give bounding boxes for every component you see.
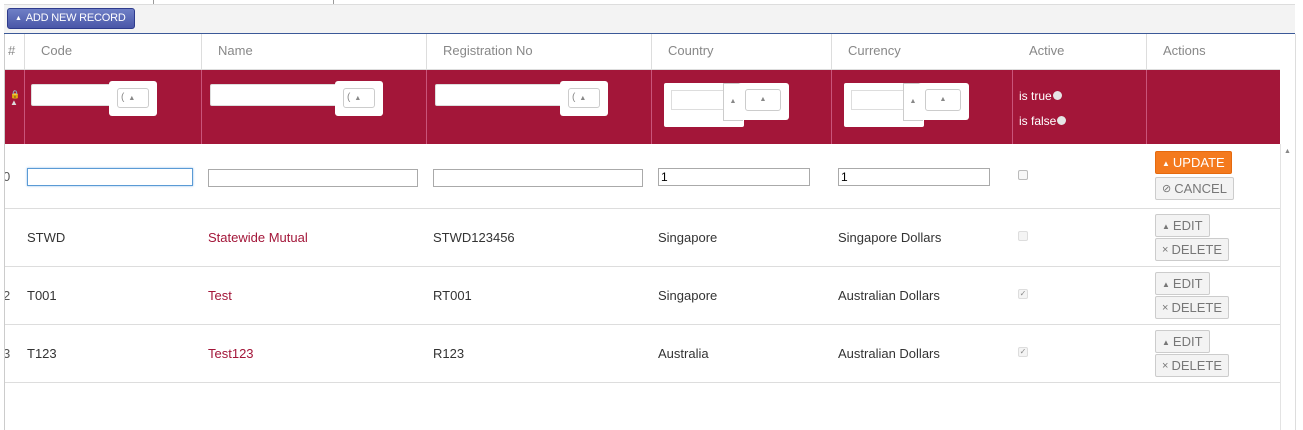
cell-country: Australia bbox=[658, 346, 709, 361]
filter-country-dropdown[interactable]: ▲ bbox=[664, 83, 744, 127]
filter-currency-cell: ▲ ▲ bbox=[832, 70, 1013, 144]
filter-registration-operator-button[interactable]: (▲ bbox=[560, 81, 608, 116]
header-name[interactable]: Name bbox=[202, 34, 427, 70]
caret-up-icon: ▲ bbox=[1162, 338, 1170, 347]
scroll-up-icon[interactable]: ▲ bbox=[1284, 148, 1291, 155]
active-checkbox: ✓ bbox=[1018, 347, 1028, 357]
grid-right-border bbox=[1295, 34, 1296, 430]
vertical-scrollbar[interactable]: ▲ bbox=[1280, 144, 1295, 430]
radio-icon bbox=[1052, 91, 1062, 100]
caret-up-icon: ▲ bbox=[745, 89, 781, 111]
edit-name-input[interactable] bbox=[208, 169, 418, 187]
cell-code: T123 bbox=[27, 346, 57, 361]
caret-up-icon: ▲ bbox=[1162, 280, 1170, 289]
filter-code-cell: (▲ bbox=[25, 70, 202, 144]
check-icon: ✓ bbox=[1019, 289, 1027, 298]
caret-up-icon: ▲ bbox=[354, 95, 362, 102]
filter-registration-cell: (▲ bbox=[427, 70, 652, 144]
caret-up-icon: ▲ bbox=[128, 95, 136, 102]
edit-button[interactable]: ▲ EDIT bbox=[1155, 330, 1210, 353]
caret-up-icon: ▲ bbox=[1162, 159, 1170, 168]
cell-currency: Australian Dollars bbox=[838, 346, 940, 361]
filter-name-input[interactable] bbox=[210, 84, 338, 106]
edit-row: 0 ▲UPDATE ⊘CANCEL bbox=[5, 144, 1280, 209]
filter-is-false-option[interactable]: is false bbox=[1019, 114, 1067, 128]
delete-button[interactable]: × DELETE bbox=[1155, 296, 1230, 319]
filter-is-true-option[interactable]: is true bbox=[1019, 89, 1062, 103]
cell-registration: STWD123456 bbox=[433, 230, 515, 245]
close-icon: × bbox=[1162, 302, 1169, 314]
header-country[interactable]: Country bbox=[652, 34, 832, 70]
caret-up-icon: ▲ bbox=[579, 95, 587, 102]
delete-button[interactable]: × DELETE bbox=[1155, 238, 1230, 261]
header-active[interactable]: Active bbox=[1013, 34, 1147, 70]
close-icon: × bbox=[1162, 244, 1169, 256]
header-actions: Actions bbox=[1147, 34, 1280, 70]
lock-icon: 🔒 ▲ bbox=[10, 90, 20, 107]
cell-name-link[interactable]: Statewide Mutual bbox=[186, 209, 308, 266]
cell-name-link[interactable]: Test123 bbox=[186, 325, 254, 382]
filter-row: 🔒 ▲ (▲ (▲ (▲ ▲ ▲ ▲ ▲ is true is false bbox=[5, 70, 1280, 144]
header-code[interactable]: Code bbox=[25, 34, 202, 70]
update-button[interactable]: ▲ UPDATE bbox=[1155, 151, 1232, 174]
cell-currency: Singapore Dollars bbox=[838, 230, 942, 245]
cell-currency: Australian Dollars bbox=[838, 288, 940, 303]
filter-currency-operator-button[interactable]: ▲ bbox=[918, 83, 969, 120]
table-row: 2 T001 Test RT001 Singapore Australian D… bbox=[5, 267, 1280, 325]
header-num: # bbox=[5, 34, 25, 70]
cell-registration: RT001 bbox=[433, 288, 472, 303]
data-grid: # Code Name Registration No Country Curr… bbox=[4, 34, 1280, 430]
filter-name-cell: (▲ bbox=[202, 70, 427, 144]
filter-code-input[interactable] bbox=[31, 84, 111, 106]
delete-button[interactable]: × DELETE bbox=[1155, 354, 1230, 377]
edit-country-input[interactable] bbox=[658, 168, 810, 186]
filter-registration-input[interactable] bbox=[435, 84, 563, 106]
caret-up-icon: ▲ bbox=[1162, 222, 1170, 231]
cell-country: Singapore bbox=[658, 230, 718, 245]
filter-country-operator-button[interactable]: ▲ bbox=[738, 83, 789, 120]
caret-up-icon: ▲ bbox=[925, 89, 961, 111]
edit-button[interactable]: ▲ EDIT bbox=[1155, 272, 1210, 295]
grid-header: # Code Name Registration No Country Curr… bbox=[5, 34, 1280, 70]
filter-currency-dropdown[interactable]: ▲ bbox=[844, 83, 924, 127]
row-number: 0 bbox=[5, 144, 10, 208]
caret-up-icon: ▲ bbox=[15, 15, 22, 22]
table-row: STWD Statewide Mutual STWD123456 Singapo… bbox=[5, 209, 1280, 267]
add-new-record-button[interactable]: ▲ ADD NEW RECORD bbox=[7, 8, 135, 29]
radio-icon bbox=[1057, 116, 1067, 125]
edit-registration-input[interactable] bbox=[433, 169, 643, 187]
active-checkbox bbox=[1018, 231, 1028, 241]
edit-code-input[interactable] bbox=[27, 168, 193, 186]
edit-currency-input[interactable] bbox=[838, 168, 990, 186]
table-row: 3 T123 Test123 R123 Australia Australian… bbox=[5, 325, 1280, 383]
cell-code: T001 bbox=[27, 288, 57, 303]
cell-registration: R123 bbox=[433, 346, 465, 361]
edit-button[interactable]: ▲ EDIT bbox=[1155, 214, 1210, 237]
cancel-button[interactable]: ⊘ CANCEL bbox=[1155, 177, 1234, 200]
grid-toolbar: ▲ ADD NEW RECORD bbox=[4, 4, 1295, 34]
check-icon: ✓ bbox=[1019, 347, 1027, 356]
cancel-icon: ⊘ bbox=[1162, 183, 1172, 195]
filter-active-cell bbox=[1013, 70, 1147, 144]
cell-country: Singapore bbox=[658, 288, 718, 303]
edit-active-checkbox[interactable] bbox=[1018, 170, 1028, 180]
cell-name-link[interactable]: Test bbox=[186, 267, 232, 324]
header-registration[interactable]: Registration No bbox=[427, 34, 652, 70]
filter-actions-cell bbox=[1147, 70, 1280, 144]
filter-num-cell: 🔒 ▲ bbox=[5, 70, 25, 144]
filter-country-cell: ▲ ▲ bbox=[652, 70, 832, 144]
close-icon: × bbox=[1162, 360, 1169, 372]
cell-code: STWD bbox=[27, 230, 66, 245]
filter-code-operator-button[interactable]: (▲ bbox=[109, 81, 157, 116]
active-checkbox: ✓ bbox=[1018, 289, 1028, 299]
add-new-record-label: ADD NEW RECORD bbox=[25, 12, 126, 24]
filter-name-operator-button[interactable]: (▲ bbox=[335, 81, 383, 116]
